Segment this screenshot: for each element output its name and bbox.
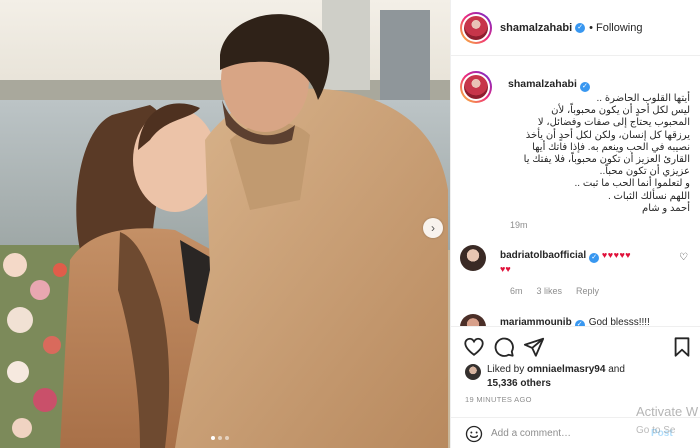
comment-meta: 6m 3 likes Reply — [510, 286, 599, 296]
caption-line: يرزقها كل إنسان، ولكن لكل أحدٍ أن يأخذ — [525, 129, 690, 141]
comment-like-heart-icon[interactable]: ♡ — [679, 252, 688, 263]
like-heart-icon[interactable] — [463, 336, 485, 358]
verified-badge-icon: ✓ — [589, 253, 600, 263]
comment-username-text: badriatolbaofficial — [500, 250, 587, 261]
verified-badge-icon: ✓ — [575, 22, 586, 33]
emoji-icon[interactable] — [465, 425, 483, 443]
caption-username[interactable]: shamalzahabi ✓ — [508, 78, 590, 92]
post-photo: › — [0, 0, 450, 448]
caption-line: أيتها القلوب الحاضرة .. — [596, 93, 690, 104]
caption-line: ليس لكل أحدٍ أن يكون محبوباً، لأن — [551, 105, 690, 117]
post-time-ago[interactable]: 19 MINUTES AGO — [465, 395, 532, 404]
save-bookmark-icon[interactable] — [671, 336, 693, 358]
comment-time[interactable]: 6m — [510, 286, 523, 296]
verified-badge-icon: ✓ — [579, 82, 590, 92]
liked-by-and: and — [608, 364, 625, 375]
carousel-dot — [218, 436, 222, 440]
carousel-next-button[interactable]: › — [423, 218, 443, 238]
activate-windows-watermark: Activate W — [636, 404, 699, 419]
caption-line: المحبوب يحتاج إلى صفات وفضائل، لا — [537, 117, 690, 129]
caption-line: اللهم نسألك الثبات . — [607, 190, 690, 202]
caption-line: عزيزي أن تكون محباً.. — [599, 166, 690, 178]
comment-likes[interactable]: 3 likes — [537, 286, 563, 296]
comment-text-hearts-line2: ♥♥ — [500, 264, 511, 274]
carousel-dot — [225, 436, 229, 440]
liked-by-text: Liked by omniaelmasry94 and 15,336 other… — [487, 363, 625, 391]
comment-reply-button[interactable]: Reply — [576, 286, 599, 296]
dot-separator: • — [589, 21, 593, 34]
follow-status-label: Following — [596, 21, 643, 34]
couple-photo-image — [0, 0, 450, 448]
carousel-dot-active — [211, 436, 215, 440]
comment-username[interactable]: badriatolbaofficial ✓ ♥♥♥♥♥ — [500, 250, 631, 263]
liker-avatar[interactable] — [465, 364, 481, 380]
caption-username-text: shamalzahabi — [508, 78, 577, 90]
activate-windows-watermark-sub: Go to Se — [636, 425, 676, 436]
author-avatar[interactable] — [460, 11, 492, 44]
avatar-ring — [462, 13, 490, 42]
add-comment-input[interactable] — [491, 428, 641, 439]
follow-status[interactable]: • Following — [589, 22, 642, 34]
comment-text-hearts: ♥♥♥♥♥ — [601, 250, 632, 260]
caption-line: نصيبه في الحب وينعم به. فإذا فاتك أيها — [532, 141, 690, 153]
caption-author-avatar[interactable] — [460, 71, 492, 103]
post-side-panel: shamalzahabi ✓ • Following shamalzahabi ✓ … — [450, 0, 700, 448]
caption-line: أحمد و شام — [642, 202, 690, 214]
liked-by-user[interactable]: omniaelmasry94 — [527, 364, 605, 375]
share-paper-plane-icon[interactable] — [523, 336, 545, 358]
comment-bubble-icon[interactable] — [493, 336, 515, 358]
caption-timestamp[interactable]: 19m — [510, 220, 528, 230]
avatar-image — [464, 75, 488, 99]
caption-line: القارئ العزيز أن تكون محبوباً، فلا يفتك … — [523, 154, 690, 166]
caption-line: و لتعلموا أنما الحب ما ثبت .. — [574, 178, 691, 190]
carousel-dots — [211, 436, 229, 440]
comments-section[interactable]: shamalzahabi ✓ أيتها القلوب الحاضرة .. لي… — [451, 57, 700, 327]
post-header: shamalzahabi ✓ • Following — [451, 0, 700, 56]
avatar-ring — [462, 73, 490, 101]
likes-count[interactable]: 15,336 others — [487, 378, 551, 389]
liked-by: Liked by omniaelmasry94 and 15,336 other… — [465, 363, 625, 391]
commenter-avatar[interactable] — [460, 245, 486, 271]
avatar-image — [464, 15, 488, 40]
author-username[interactable]: shamalzahabi — [500, 22, 572, 34]
caption-text: أيتها القلوب الحاضرة .. ليس لكل أحدٍ أن … — [500, 93, 690, 215]
liked-by-prefix: Liked by — [487, 364, 525, 375]
chevron-right-icon: › — [431, 221, 435, 235]
